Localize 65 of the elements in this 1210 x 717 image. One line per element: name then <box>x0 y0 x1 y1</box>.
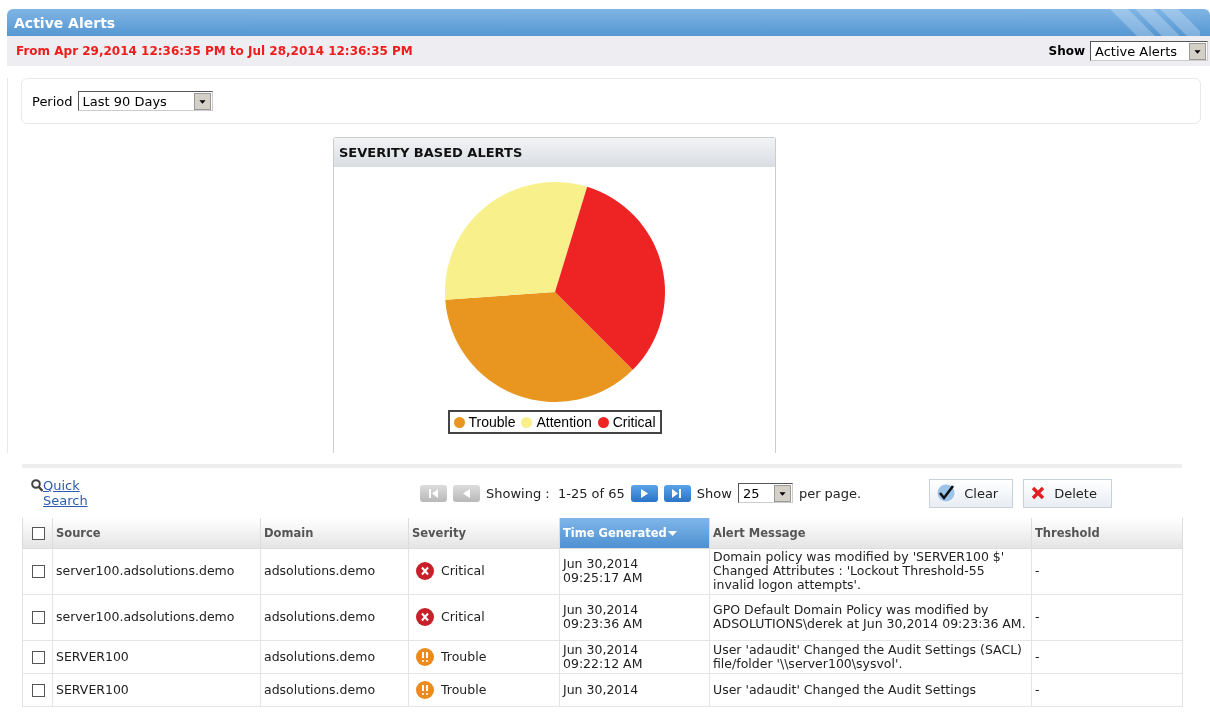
column-header[interactable]: Threshold <box>1031 518 1183 548</box>
first-page-icon <box>428 488 439 498</box>
time-cell-text: Jun 30,2014 09:25:17 AM <box>563 557 644 585</box>
period-label: Period <box>32 93 73 109</box>
chart-title: SEVERITY BASED ALERTS <box>334 138 775 167</box>
time-cell-text: Jun 30,2014 09:22:12 AM <box>563 642 644 671</box>
next-icon <box>640 488 648 498</box>
source-cell: SERVER100 <box>52 673 261 706</box>
error-icon <box>416 608 434 626</box>
show-label: Show <box>1048 44 1085 58</box>
domain-cell: adsolutions.demo <box>260 594 409 640</box>
per-page-label: per page. <box>798 485 862 501</box>
message-cell: GPO Default Domain Policy was modified by ADSOLUTIONS\derek at Jun 30,2014 09:23:36 AM. <box>709 594 1032 640</box>
warning-icon <box>416 680 434 699</box>
severity-label: Trouble <box>441 649 487 664</box>
page-size-dropdown[interactable]: 25 <box>737 483 793 503</box>
delete-button[interactable]: Delete <box>1023 478 1112 508</box>
row-checkbox[interactable] <box>32 611 45 624</box>
last-page-icon <box>672 488 683 498</box>
row-checkbox[interactable] <box>32 565 45 578</box>
pager-button[interactable] <box>630 484 658 502</box>
column-header[interactable]: Severity <box>408 518 560 548</box>
legend-label: Critical <box>612 414 656 430</box>
page-size-label: Show <box>696 485 732 501</box>
severity-label: Critical <box>441 564 485 578</box>
severity-label: Trouble <box>441 682 487 697</box>
error-icon <box>416 562 434 580</box>
quick-search-link[interactable]: Quick Search <box>43 478 103 508</box>
show-dropdown[interactable]: Active Alerts <box>1090 41 1208 61</box>
source-cell: server100.adsolutions.demo <box>52 594 261 640</box>
time-cell-text: Jun 30,2014 09:23:36 AM <box>563 603 644 631</box>
row-checkbox[interactable] <box>32 650 45 664</box>
threshold-cell: - <box>1031 548 1183 594</box>
threshold-cell: - <box>1031 640 1183 673</box>
time-cell-text: Jun 30,2014 <box>563 682 640 697</box>
warning-icon <box>416 647 434 666</box>
clear-button[interactable]: Clear <box>929 478 1014 508</box>
column-header[interactable]: Alert Message <box>709 518 1032 548</box>
domain-cell: adsolutions.demo <box>260 673 409 706</box>
showing-text: Showing : 1-25 of 65 <box>486 485 625 501</box>
message-cell: Domain policy was modified by 'SERVER100 $' Changed Attributes : 'Lockout Threshold-55 invalid logon attempts'. <box>709 548 1032 594</box>
domain-cell: adsolutions.demo <box>260 640 409 673</box>
severity-label: Critical <box>441 610 485 624</box>
legend-label: Attention <box>536 414 592 430</box>
source-cell: SERVER100 <box>52 640 261 673</box>
search-icon <box>31 479 43 492</box>
pager-button[interactable] <box>663 484 691 502</box>
message-cell: User 'adaudit' Changed the Audit Settings (SACL) file/folder '\\server100\sysvol'. <box>709 640 1032 673</box>
period-dropdown[interactable]: Last 90 Days <box>77 91 213 111</box>
row-checkbox[interactable] <box>32 683 45 697</box>
threshold-cell: - <box>1031 594 1183 640</box>
panel-title: Active Alerts <box>14 15 116 31</box>
check-icon <box>937 484 956 502</box>
date-range: From Apr 29,2014 12:36:35 PM to Jul 28,2014 12:36:35 PM <box>16 44 413 58</box>
threshold-cell: - <box>1031 673 1183 706</box>
column-header[interactable]: Domain <box>260 518 409 548</box>
column-header[interactable]: Source <box>52 518 261 548</box>
legend-label: Trouble <box>468 414 516 430</box>
select-all-checkbox[interactable] <box>32 526 45 540</box>
source-cell: server100.adsolutions.demo <box>52 548 261 594</box>
previous-icon <box>463 488 470 498</box>
sort-down-icon <box>667 530 677 537</box>
message-cell: User 'adaudit' Changed the Audit Settings <box>709 673 1032 706</box>
close-icon <box>1031 486 1046 500</box>
domain-cell: adsolutions.demo <box>260 548 409 594</box>
